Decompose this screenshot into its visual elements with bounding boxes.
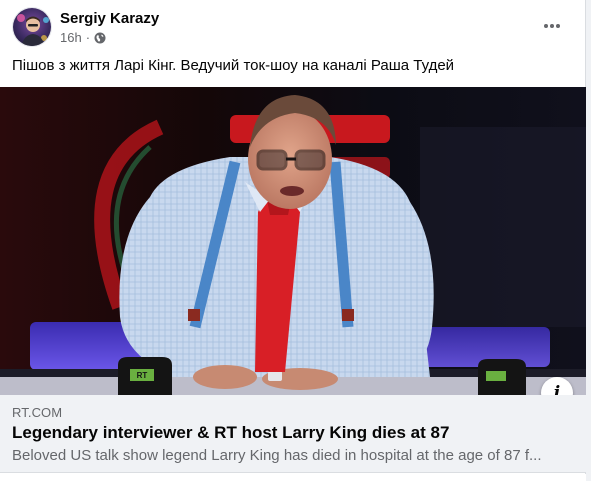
post-header: Sergiy Karazy 16h · [0, 0, 586, 54]
feed-post: Sergiy Karazy 16h · Пішов з життя Ларі К… [0, 0, 586, 481]
author-avatar[interactable] [12, 7, 52, 47]
more-horizontal-icon [544, 24, 560, 28]
author-name[interactable]: Sergiy Karazy [60, 10, 159, 27]
link-preview-card[interactable]: RT.COM Legendary interviewer & RT host L… [0, 395, 586, 473]
link-description: Beloved US talk show legend Larry King h… [12, 447, 542, 464]
post-timestamp[interactable]: 16h [60, 30, 82, 45]
post-caption: Пішов з життя Ларі Кінг. Ведучий ток-шоу… [12, 57, 455, 74]
post-footer [0, 474, 586, 481]
link-title[interactable]: Legendary interviewer & RT host Larry Ki… [12, 422, 574, 444]
link-preview-image[interactable]: RT [0, 87, 586, 395]
link-domain: RT.COM [12, 405, 63, 420]
post-meta: 16h · [60, 30, 106, 45]
mug-logo-text: RT [137, 371, 148, 380]
meta-separator: · [85, 30, 91, 45]
globe-icon[interactable] [94, 32, 106, 44]
more-options-button[interactable] [538, 12, 566, 40]
